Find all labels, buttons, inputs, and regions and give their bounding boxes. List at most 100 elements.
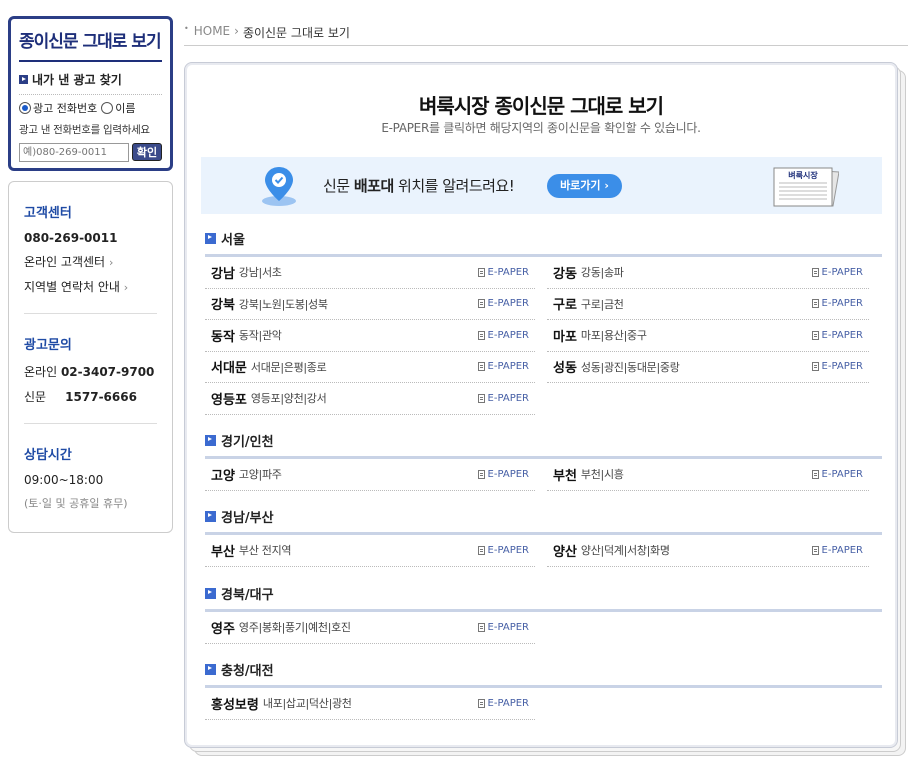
epaper-link[interactable]: E-PAPER [811, 361, 863, 372]
document-icon [477, 393, 485, 403]
area-districts: 서대문|은평|종로 [250, 360, 327, 374]
document-icon [811, 545, 819, 555]
area-districts: 강남|서초 [238, 266, 282, 280]
document-icon [477, 698, 485, 708]
location-pin-icon [262, 167, 296, 206]
radio-name[interactable] [101, 102, 114, 114]
online-cs-link[interactable]: 온라인 고객센터 › [24, 253, 157, 270]
ad-paper-phone: 1577-6666 [65, 390, 137, 404]
chevron-right-icon: › [123, 281, 129, 294]
ad-inquiry-title: 광고문의 [24, 338, 72, 353]
area-row: 동작 동작|관악 E-PAPER [205, 320, 535, 352]
area-districts: 부산 전지역 [238, 544, 292, 558]
area-name: 성동 [553, 361, 577, 377]
epaper-link[interactable]: E-PAPER [477, 361, 529, 372]
distribution-banner[interactable]: 신문 배포대 위치를 알려드려요! 바로가기 › 벼룩시장 [201, 157, 882, 214]
area-districts: 고양|파주 [238, 468, 282, 482]
breadcrumb-home[interactable]: HOME [194, 24, 230, 38]
breadcrumb: • HOME › 종이신문 그대로 보기 [184, 24, 908, 46]
document-icon [811, 330, 819, 340]
page-title: 벼룩시장 종이신문 그대로 보기 [418, 94, 664, 118]
document-icon [811, 362, 819, 372]
area-name: 부천 [553, 468, 577, 484]
area-name: 동작 [211, 329, 235, 345]
area-districts: 동작|관악 [238, 329, 282, 343]
area-row: 강남 강남|서초 E-PAPER [205, 257, 535, 289]
epaper-panel: 벼룩시장 종이신문 그대로 보기 E-PAPER를 클릭하면 해당지역의 종이신… [184, 62, 898, 748]
area-name: 강북 [211, 298, 235, 314]
region-name: 경북/대구 [221, 588, 274, 603]
confirm-button[interactable]: 확인 [132, 143, 162, 161]
area-row: 양산 양산|덕계|서창|화명 E-PAPER [547, 535, 869, 567]
document-icon [477, 267, 485, 277]
area-name: 강동 [553, 266, 577, 282]
epaper-link[interactable]: E-PAPER [477, 267, 529, 278]
newspaper-icon: 벼룩시장 [773, 167, 839, 207]
area-districts: 강동|송파 [580, 266, 624, 280]
epaper-link[interactable]: E-PAPER [477, 622, 529, 633]
region-name: 경남/부산 [221, 511, 274, 526]
regional-contacts-link[interactable]: 지역별 연락처 안내 › [24, 278, 157, 295]
phone-input[interactable] [19, 143, 129, 162]
document-icon [811, 469, 819, 479]
region-section: 경북/대구 영주 영주|봉화|풍기|예천|호진 E-PAPER [205, 584, 882, 644]
area-row: 구로 구로|금천 E-PAPER [547, 289, 869, 320]
epaper-link[interactable]: E-PAPER [811, 469, 863, 480]
epaper-link[interactable]: E-PAPER [477, 698, 529, 709]
go-button[interactable]: 바로가기 › [547, 174, 622, 198]
bullet-arrow-icon [19, 75, 28, 84]
epaper-link[interactable]: E-PAPER [477, 330, 529, 341]
region-name: 충청/대전 [221, 664, 274, 679]
search-subtitle: 내가 낸 광고 찾기 [19, 71, 162, 95]
consult-hours-note: (토·일 및 공휴일 휴무) [24, 497, 128, 510]
radio-phone-label[interactable]: 광고 전화번호 [33, 100, 97, 116]
epaper-link[interactable]: E-PAPER [811, 545, 863, 556]
region-header: 경북/대구 [205, 584, 882, 612]
area-districts: 강북|노원|도봉|성북 [238, 297, 328, 311]
document-icon [811, 299, 819, 309]
consult-hours-value: 09:00~18:00 [24, 473, 104, 487]
epaper-link[interactable]: E-PAPER [477, 393, 529, 404]
epaper-link[interactable]: E-PAPER [477, 298, 529, 309]
area-districts: 내포|삽교|덕산|광천 [262, 697, 352, 711]
radio-phone[interactable] [19, 102, 31, 114]
epaper-link[interactable]: E-PAPER [477, 469, 529, 480]
area-row: 고양 고양|파주 E-PAPER [205, 459, 535, 491]
area-districts: 영등포|양천|강서 [250, 392, 327, 406]
consult-hours: 상담시간 09:00~18:00 (토·일 및 공휴일 휴무) [24, 424, 157, 537]
area-row: 서대문 서대문|은평|종로 E-PAPER [205, 352, 535, 383]
area-row: 부산 부산 전지역 E-PAPER [205, 535, 535, 567]
region-name: 경기/인천 [221, 435, 274, 450]
customer-center-title: 고객센터 [24, 206, 72, 221]
area-districts: 성동|광진|동대문|중랑 [580, 360, 680, 374]
bullet-arrow-icon [205, 511, 216, 522]
area-row: 성동 성동|광진|동대문|중랑 E-PAPER [547, 352, 869, 383]
region-section: 경기/인천 고양 고양|파주 E-PAPER 부천 부천|시흥 E-PAPER [205, 431, 882, 491]
region-name: 서울 [221, 233, 245, 248]
area-name: 구로 [553, 298, 577, 314]
bullet-arrow-icon [205, 664, 216, 675]
region-header: 서울 [205, 229, 882, 257]
document-icon [477, 622, 485, 632]
area-districts: 구로|금천 [580, 297, 624, 311]
epaper-link[interactable]: E-PAPER [811, 330, 863, 341]
area-name: 영주 [211, 621, 235, 637]
radio-name-label[interactable]: 이름 [115, 100, 135, 116]
consult-hours-title: 상담시간 [24, 448, 72, 463]
breadcrumb-current: 종이신문 그대로 보기 [242, 26, 350, 40]
epaper-link[interactable]: E-PAPER [477, 545, 529, 556]
region-header: 충청/대전 [205, 660, 882, 688]
document-icon [477, 330, 485, 340]
epaper-link[interactable]: E-PAPER [811, 298, 863, 309]
document-icon [477, 469, 485, 479]
area-row: 강북 강북|노원|도봉|성북 E-PAPER [205, 289, 535, 320]
document-icon [811, 267, 819, 277]
bullet-arrow-icon [205, 233, 216, 244]
contact-info-box: 고객센터 080-269-0011 온라인 고객센터 › 지역별 연락처 안내 … [8, 181, 173, 533]
area-districts: 마포|용산|중구 [580, 329, 647, 343]
customer-center: 고객센터 080-269-0011 온라인 고객센터 › 지역별 연락처 안내 … [24, 182, 157, 314]
ad-inquiry: 광고문의 온라인 02-3407-9700 신문 1577-6666 [24, 314, 157, 424]
epaper-link[interactable]: E-PAPER [811, 267, 863, 278]
area-name: 부산 [211, 544, 235, 560]
region-section: 서울 강남 강남|서초 E-PAPER 강동 강동|송파 E-PAPER 강북 강북|노원|도봉… [205, 229, 882, 415]
